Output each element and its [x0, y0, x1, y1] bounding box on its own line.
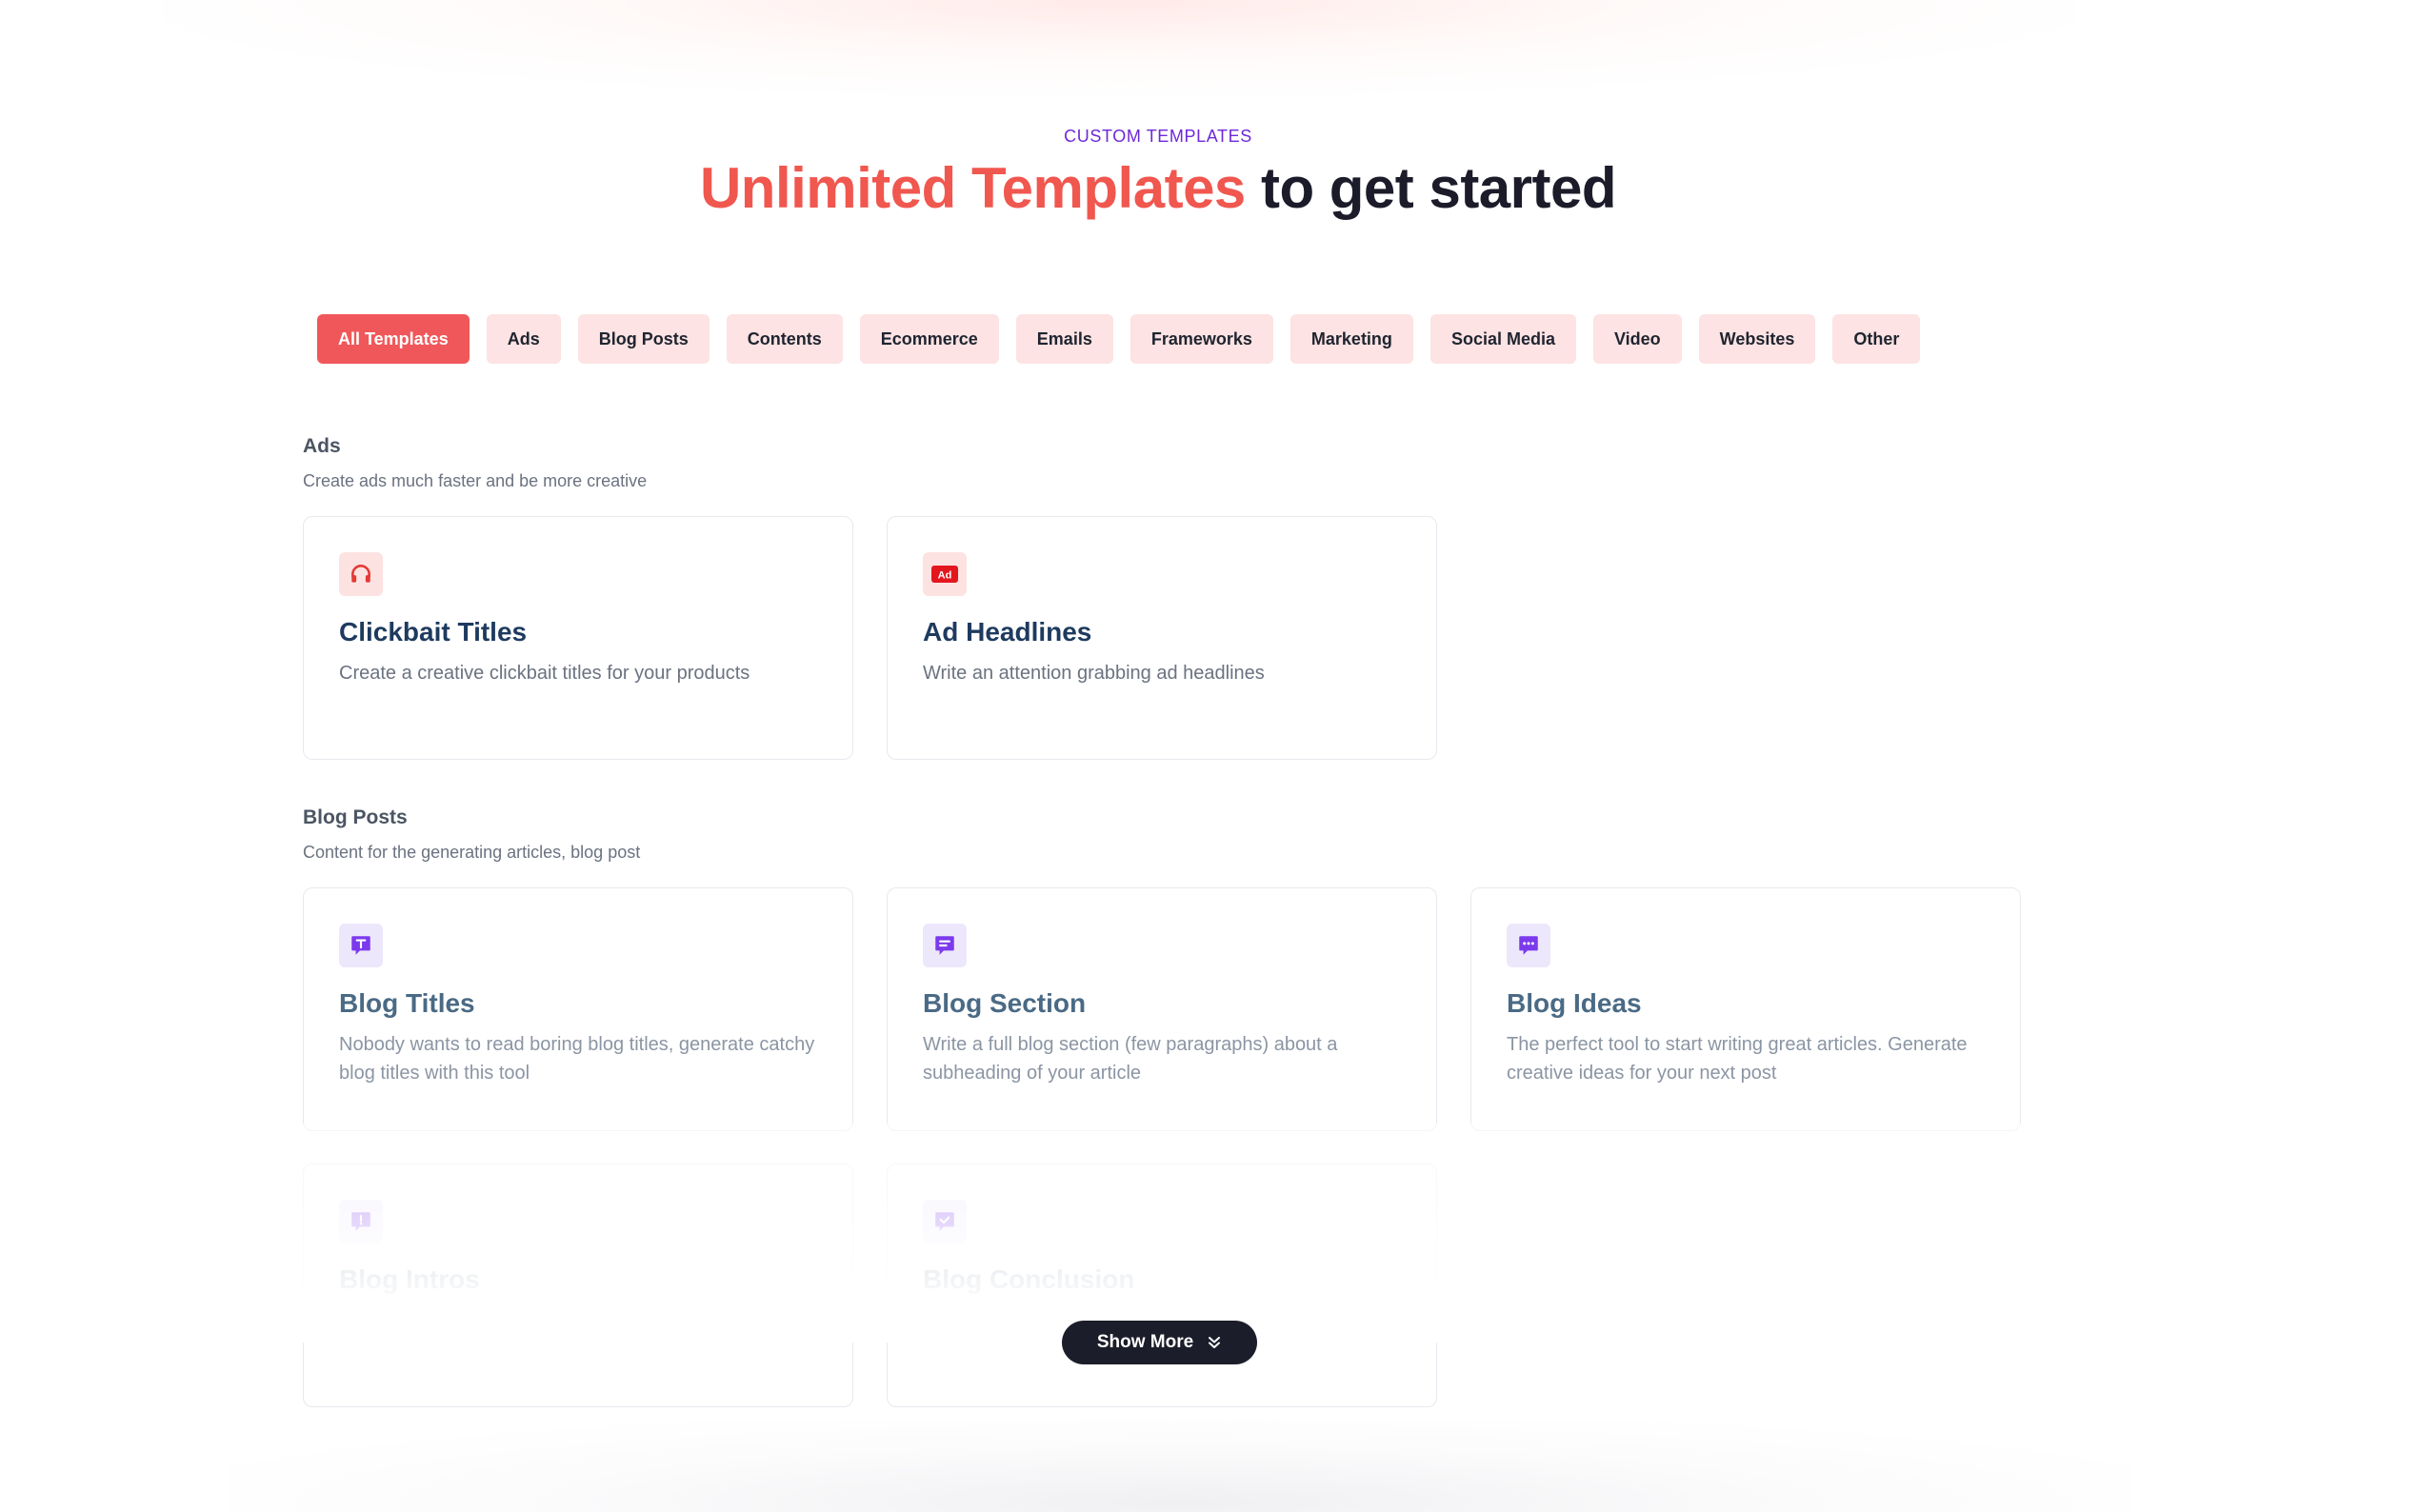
template-filter-tabs: All Templates Ads Blog Posts Contents Ec…: [317, 314, 1921, 364]
filter-contents[interactable]: Contents: [726, 314, 843, 364]
template-card-ad-headlines[interactable]: Ad Ad Headlines Write an attention grabb…: [887, 516, 1437, 760]
section-eyebrow: CUSTOM TEMPLATES: [1064, 127, 1252, 146]
card-title: Ad Headlines: [923, 617, 1092, 647]
bottom-gradient-glow: [229, 1419, 2133, 1512]
filter-video[interactable]: Video: [1592, 314, 1682, 364]
card-title: Clickbait Titles: [339, 617, 528, 647]
headline-rest: to get started: [1245, 156, 1617, 220]
headline-accent: Unlimited Templates: [699, 156, 1246, 220]
chevrons-down-icon: [1207, 1335, 1222, 1350]
filter-other[interactable]: Other: [1832, 314, 1921, 364]
show-more-label: Show More: [1096, 1332, 1194, 1352]
filter-blog-posts[interactable]: Blog Posts: [577, 314, 710, 364]
message-lines-icon: [923, 924, 967, 967]
card-title: Blog Ideas: [1507, 988, 1642, 1018]
section-description-ads: Create ads much faster and be more creat…: [303, 471, 648, 490]
message-alert-icon: [339, 1200, 383, 1243]
template-card-blog-intros[interactable]: Blog Intros Write an intro that will ent…: [303, 1164, 853, 1407]
templates-page: CUSTOM TEMPLATES Unlimited Templates to …: [0, 0, 2419, 1512]
top-gradient-glow: [162, 0, 2076, 95]
card-description: Create a creative clickbait titles for y…: [339, 663, 750, 684]
show-more-button[interactable]: Show More: [1062, 1321, 1257, 1364]
card-description: Nobody wants to read boring blog titles,…: [339, 1034, 815, 1084]
filter-ads[interactable]: Ads: [486, 314, 561, 364]
template-card-blog-conclusion[interactable]: Blog Conclusion End your blog articles w…: [887, 1164, 1437, 1407]
svg-text:Ad: Ad: [938, 570, 952, 582]
card-title: Blog Titles: [339, 988, 475, 1018]
filter-emails[interactable]: Emails: [1015, 314, 1113, 364]
headphones-icon: [339, 552, 383, 596]
filter-social-media[interactable]: Social Media: [1429, 314, 1576, 364]
template-card-blog-ideas[interactable]: Blog Ideas The perfect tool to start wri…: [1470, 887, 2021, 1131]
card-title: Blog Conclusion: [923, 1264, 1135, 1294]
filter-websites[interactable]: Websites: [1698, 314, 1816, 364]
page-headline: Unlimited Templates to get started: [0, 152, 2316, 225]
card-title: Blog Intros: [339, 1264, 480, 1294]
text-chat-icon: [339, 924, 383, 967]
section-title-blog-posts: Blog Posts: [303, 806, 408, 828]
filter-marketing[interactable]: Marketing: [1289, 314, 1413, 364]
card-description: Write a full blog section (few paragraph…: [923, 1034, 1338, 1084]
card-title: Blog Section: [923, 988, 1087, 1018]
card-description: The perfect tool to start writing great …: [1507, 1034, 1968, 1084]
filter-frameworks[interactable]: Frameworks: [1130, 314, 1273, 364]
message-check-icon: [923, 1200, 967, 1243]
message-dots-icon: [1507, 924, 1550, 967]
ad-icon: Ad: [923, 552, 967, 596]
card-description: Write an intro that will entice your vis…: [339, 1310, 749, 1331]
template-card-blog-titles[interactable]: Blog Titles Nobody wants to read boring …: [303, 887, 853, 1131]
template-card-clickbait-titles[interactable]: Clickbait Titles Create a creative click…: [303, 516, 853, 760]
section-description-blog-posts: Content for the generating articles, blo…: [303, 843, 641, 862]
filter-ecommerce[interactable]: Ecommerce: [859, 314, 999, 364]
card-description: Write an attention grabbing ad headlines: [923, 663, 1265, 684]
section-title-ads: Ads: [303, 435, 341, 457]
template-card-blog-section[interactable]: Blog Section Write a full blog section (…: [887, 887, 1437, 1131]
filter-all-templates[interactable]: All Templates: [317, 314, 470, 364]
